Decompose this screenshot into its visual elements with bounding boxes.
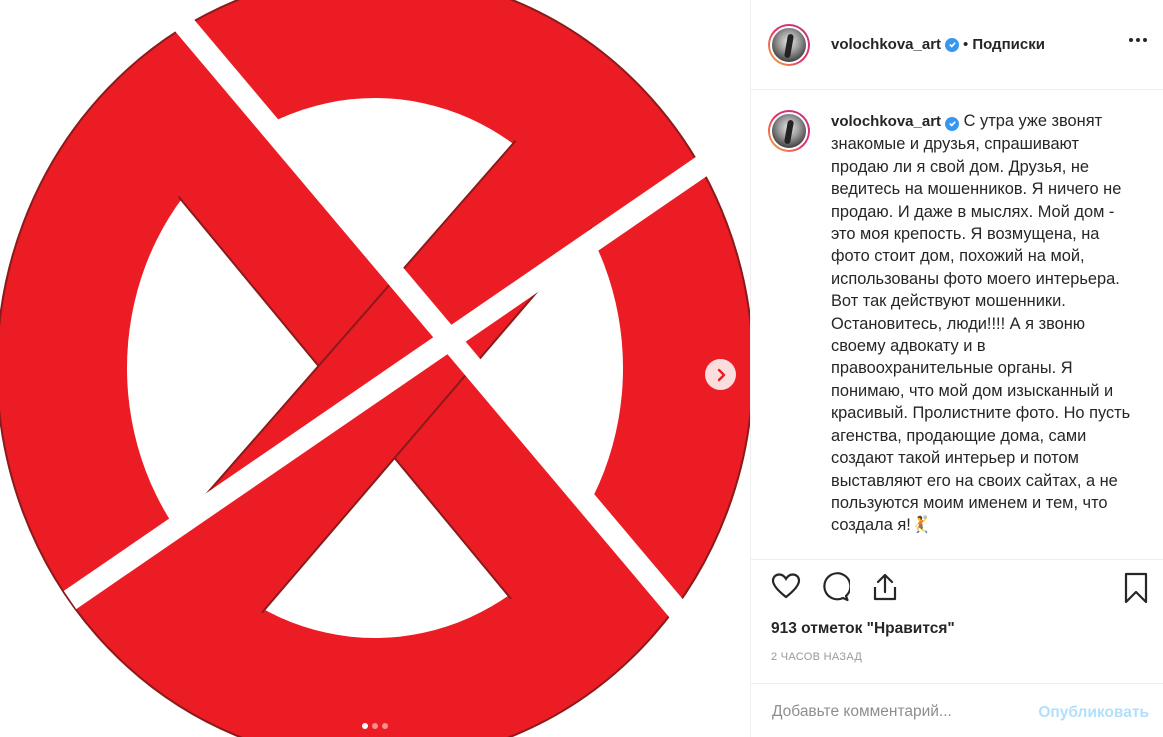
caption-text: С утра уже звонят знакомые и друзья, спр… — [831, 112, 1131, 535]
share-icon[interactable] — [871, 572, 899, 607]
header-username[interactable]: volochkova_art — [831, 36, 941, 53]
post-side-panel: volochkova_art • Подписки volochkova_art… — [750, 0, 1163, 737]
heart-icon[interactable] — [771, 572, 801, 605]
publish-button[interactable]: Опубликовать — [1038, 704, 1149, 722]
post-header: volochkova_art • Подписки — [751, 0, 1163, 90]
ellipsis-icon[interactable] — [1128, 30, 1148, 48]
comment-bar: Опубликовать — [751, 683, 1163, 737]
comment-icon[interactable] — [820, 572, 852, 607]
action-bar — [751, 572, 1163, 612]
header-separator: • — [963, 36, 969, 53]
caption-avatar[interactable] — [768, 110, 810, 152]
slide-dot-1 — [362, 723, 368, 729]
following-button[interactable]: Подписки — [972, 36, 1045, 53]
chevron-right-icon — [717, 368, 725, 381]
post-caption: volochkova_art С утра уже звонят знакомы… — [751, 90, 1163, 560]
post-timestamp[interactable]: 2 ЧАСОВ НАЗАД — [771, 651, 862, 663]
slide-indicator — [0, 723, 750, 729]
verified-badge-icon — [945, 116, 960, 131]
slide-dot-3 — [382, 723, 388, 729]
post-media[interactable] — [0, 0, 750, 737]
bookmark-icon[interactable] — [1123, 572, 1149, 609]
avatar[interactable] — [768, 23, 810, 66]
prohibition-sign-image — [0, 0, 750, 737]
slide-dot-2 — [372, 723, 378, 729]
caption-body: volochkova_art С утра уже звонят знакомы… — [831, 110, 1131, 537]
next-slide-button[interactable] — [705, 359, 736, 390]
verified-badge-icon — [945, 37, 960, 52]
likes-count[interactable]: 913 отметок "Нравится" — [771, 620, 955, 638]
comment-input[interactable] — [770, 697, 1014, 727]
caption-username[interactable]: volochkova_art — [831, 113, 941, 130]
